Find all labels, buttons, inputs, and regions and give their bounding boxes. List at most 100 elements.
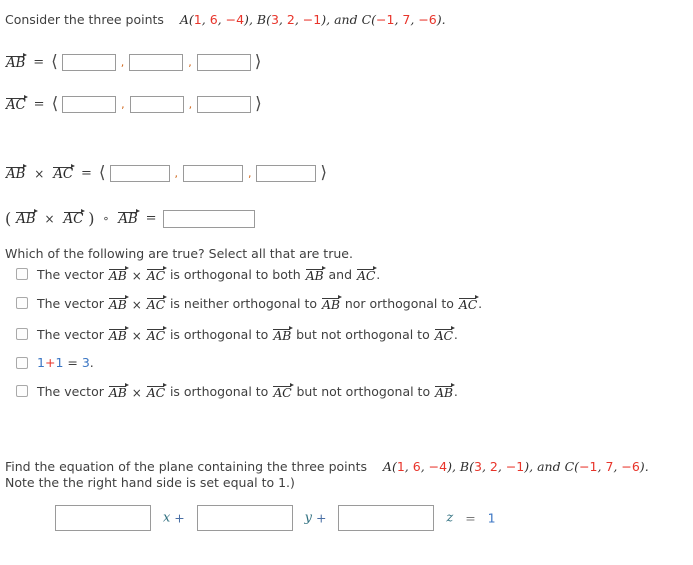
- cross-product-operator: ×: [44, 211, 55, 226]
- plane-prompt-prefix: Find the equation of the plane containin…: [5, 459, 367, 474]
- point-a-x: 1: [396, 459, 405, 474]
- cross-product-components-row: AB × AC = ⟨ , , ⟩: [5, 163, 327, 182]
- option-pre: The vector: [37, 267, 104, 282]
- open-angle-bracket: ⟨: [51, 52, 58, 72]
- plane-coefficient-x-input[interactable]: [55, 505, 151, 531]
- close-paren: ): [88, 209, 95, 228]
- point-b-x: 3: [474, 459, 482, 474]
- point-b: B(3, 2, −1): [459, 459, 530, 474]
- checkbox-icon[interactable]: [16, 267, 28, 280]
- option-mid: is orthogonal to: [169, 384, 269, 399]
- cross-product-operator: ×: [34, 166, 45, 181]
- plane-rhs-value: 1: [487, 510, 496, 526]
- z-variable-label: z: [446, 510, 454, 526]
- point-b-x: 3: [270, 12, 279, 27]
- vector-ab-symbol: AB: [108, 383, 129, 400]
- close-angle-bracket: ⟩: [255, 94, 262, 114]
- cross-input-x[interactable]: [109, 165, 170, 182]
- plane-equation-row: x + y + z = 1: [55, 505, 496, 531]
- vector-ac-symbol: AC: [53, 164, 75, 182]
- vector-ac-symbol: AC: [434, 326, 456, 343]
- option-mid: is orthogonal to both: [169, 267, 301, 282]
- point-b-name: B: [459, 459, 470, 474]
- intro-prefix: Consider the three points: [5, 12, 164, 27]
- checkbox-option-neither-orthogonal[interactable]: The vector AB × AC is neither orthogonal t…: [16, 294, 482, 312]
- plane-equals-sign: =: [465, 510, 476, 526]
- point-c-x: −1: [579, 459, 598, 474]
- ab-input-z[interactable]: [196, 54, 251, 71]
- point-c: C(−1, 7, −6): [564, 459, 645, 474]
- vector-ac-symbol: AC: [63, 209, 85, 227]
- vector-ac-symbol: AC: [6, 95, 28, 113]
- vector-ac-symbol: AC: [357, 266, 378, 283]
- y-variable-label: y: [304, 510, 313, 526]
- checkbox-option-ab-not-ac[interactable]: The vector AB × AC is orthogonal to AB but…: [16, 325, 458, 343]
- point-c-name: C: [361, 12, 372, 27]
- checkbox-option-orthogonal-both[interactable]: The vector AB × AC is orthogonal to both A…: [16, 265, 380, 283]
- close-angle-bracket: ⟩: [320, 163, 328, 183]
- option-label: The vector AB × AC is orthogonal to both A…: [37, 265, 380, 283]
- ab-input-y[interactable]: [129, 54, 184, 71]
- open-angle-bracket: ⟨: [51, 94, 59, 114]
- equals-sign: =: [145, 211, 157, 226]
- cross-product-operator: ×: [131, 297, 142, 312]
- comma-separator: ,: [121, 98, 125, 111]
- option-conj: nor orthogonal to: [344, 296, 454, 311]
- vector-ac-symbol: AC: [273, 383, 294, 400]
- comma-separator: ,: [120, 56, 125, 69]
- vector-ab-symbol: AB: [322, 295, 342, 312]
- ac-input-z[interactable]: [197, 96, 252, 113]
- option-label: The vector AB × AC is orthogonal to AB but…: [37, 325, 458, 343]
- open-paren: (: [5, 209, 12, 228]
- vector-ab-symbol: AB: [273, 326, 293, 343]
- ac-input-x[interactable]: [62, 96, 117, 113]
- checkbox-option-arithmetic[interactable]: 1+1 = 3.: [16, 355, 94, 370]
- point-a: A(1, 6, −4): [382, 459, 452, 474]
- worksheet-page: Consider the three points A(1, 6, −4), B…: [0, 0, 693, 565]
- vector-ab-symbol: AB: [108, 266, 129, 283]
- comma-separator: ,: [247, 167, 252, 180]
- comma-separator: ,: [174, 167, 178, 180]
- dot-product-input[interactable]: [163, 209, 256, 228]
- open-angle-bracket: ⟨: [98, 163, 106, 183]
- equals-sign: =: [33, 97, 45, 112]
- point-a-x: 1: [193, 12, 202, 27]
- point-b-z: −1: [302, 12, 322, 27]
- point-a-name: A: [179, 12, 189, 27]
- checkbox-option-ac-not-ab[interactable]: The vector AB × AC is orthogonal to AC but…: [16, 382, 458, 400]
- point-b-y: 2: [489, 459, 498, 474]
- checkbox-icon[interactable]: [16, 296, 28, 309]
- point-c-x: −1: [376, 12, 395, 27]
- plus-operator: +: [316, 510, 327, 526]
- point-a: A(1, 6, −4): [179, 12, 249, 27]
- vector-ab-symbol: AB: [6, 164, 28, 182]
- point-b: B(3, 2, −1): [256, 12, 327, 27]
- question-prompt: Which of the following are true? Select …: [5, 246, 353, 261]
- arith-period: .: [89, 355, 94, 370]
- vector-ab-symbol: AB: [16, 209, 38, 227]
- option-end: .: [453, 327, 458, 342]
- option-pre: The vector: [37, 296, 104, 311]
- option-label: 1+1 = 3.: [37, 355, 94, 370]
- arith-result: 3: [81, 355, 90, 370]
- cross-input-y[interactable]: [182, 165, 243, 182]
- checkbox-icon[interactable]: [16, 356, 28, 369]
- option-label: The vector AB × AC is neither orthogonal t…: [37, 294, 482, 312]
- ab-input-x[interactable]: [61, 54, 116, 71]
- plane-coefficient-z-input[interactable]: [338, 505, 435, 531]
- plane-and: and: [537, 459, 561, 474]
- checkbox-icon[interactable]: [16, 327, 28, 340]
- option-mid: is orthogonal to: [169, 327, 269, 342]
- plane-coefficient-y-input[interactable]: [196, 505, 293, 531]
- vector-ab-symbol: AB: [435, 383, 455, 400]
- cross-product-operator: ×: [131, 328, 142, 343]
- cross-input-z[interactable]: [256, 165, 317, 182]
- ac-input-y[interactable]: [129, 96, 184, 113]
- checkbox-icon[interactable]: [16, 384, 28, 397]
- intro-period: .: [441, 12, 446, 27]
- plane-prompt-line2: Note the the right hand side is set equa…: [5, 475, 295, 490]
- ab-components-row: AB = ⟨ , , ⟩: [5, 52, 261, 71]
- option-mid: is neither orthogonal to: [169, 296, 318, 311]
- option-end: .: [376, 267, 381, 282]
- option-pre: The vector: [37, 327, 104, 342]
